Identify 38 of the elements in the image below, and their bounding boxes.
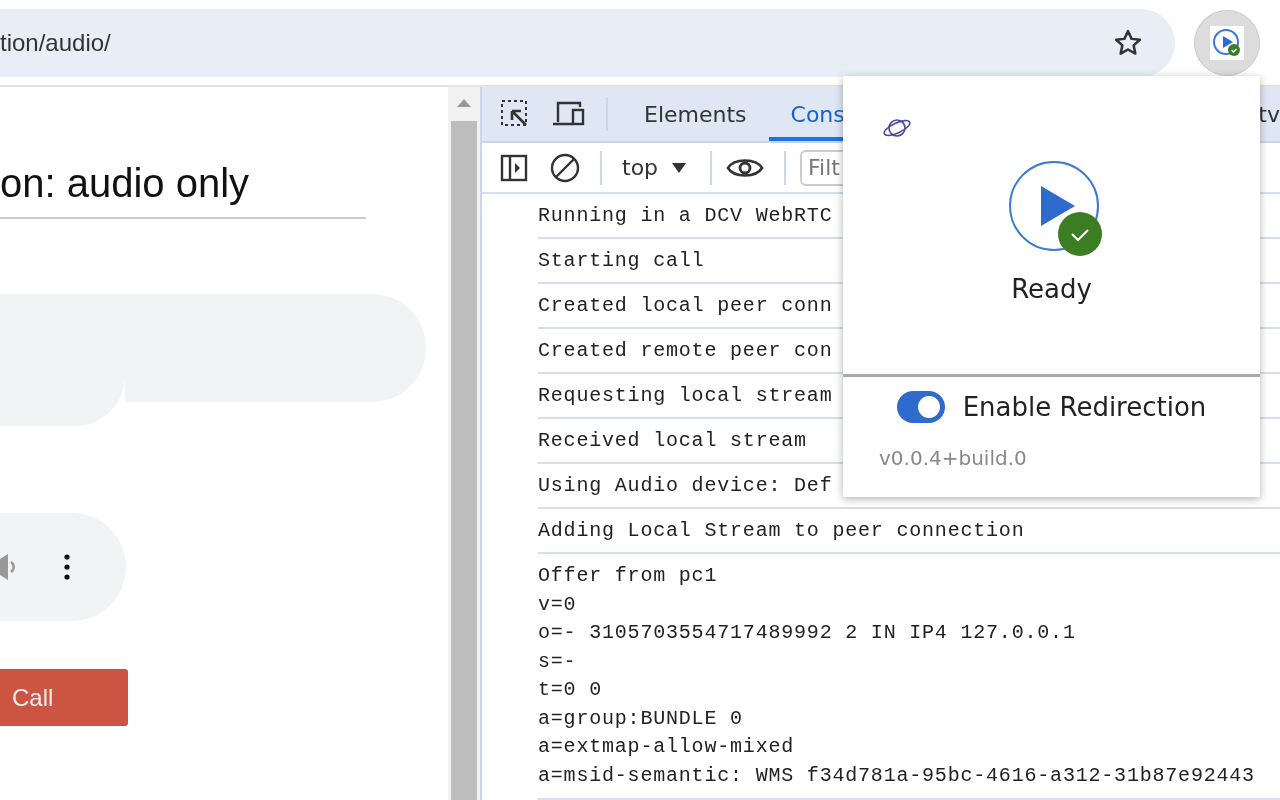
device-icon[interactable] xyxy=(552,100,586,128)
scrollbar-thumb[interactable] xyxy=(451,121,477,800)
log-line: o=- 3105703554717489992 2 IN IP4 127.0.0.1 xyxy=(538,620,1076,646)
log-line: a=msid-semantic: WMS f34d781a-95bc-4616-a312-31b87e92443 xyxy=(538,762,1255,789)
log-line: Created local peer conn xyxy=(538,293,833,319)
more-options-icon[interactable] xyxy=(64,554,70,580)
toggle-label: Enable Redirection xyxy=(962,392,1207,422)
url-text: tion/audio/ xyxy=(0,28,112,57)
extension-icon xyxy=(1210,25,1244,60)
toggle-switch[interactable] xyxy=(896,391,945,423)
log-line: Received local stream xyxy=(538,428,807,454)
scrollbar[interactable] xyxy=(448,87,480,800)
status-text: Ready xyxy=(1011,274,1092,304)
devtools-tab[interactable]: tv xyxy=(1258,87,1280,141)
log-line: Using Audio device: Def xyxy=(538,473,833,499)
log-line: a=extmap-allow-mixed xyxy=(538,734,795,760)
log-line: Offer from pc1 xyxy=(538,563,718,589)
star-icon[interactable] xyxy=(1113,27,1143,58)
volume-icon[interactable] xyxy=(0,554,16,580)
sidebar-icon[interactable] xyxy=(500,153,528,182)
address-bar[interactable]: tion/audio/ xyxy=(0,8,1175,77)
log-line: t=0 0 xyxy=(538,677,602,703)
version-text: v0.0.4+build.0 xyxy=(879,446,1027,470)
log-line: s=- xyxy=(538,648,577,675)
context-dropdown[interactable]: top xyxy=(616,154,693,181)
clear-icon[interactable] xyxy=(550,152,580,183)
devtools-tab[interactable]: Elements xyxy=(622,87,769,141)
caret-icon xyxy=(672,162,687,173)
log-line: Running in a DCV WebRTC xyxy=(538,203,833,229)
call-button[interactable]: Call xyxy=(0,669,128,726)
log-line: Requesting local stream xyxy=(538,383,833,409)
log-line: a=group:BUNDLE 0 xyxy=(538,705,743,732)
inspect-icon[interactable] xyxy=(500,99,530,129)
page-heading: on: audio only xyxy=(0,160,251,207)
log-line: Starting call xyxy=(538,248,705,274)
log-line: Created remote peer con xyxy=(538,338,833,364)
log-line: v=0 xyxy=(538,591,577,618)
log-line: Adding Local Stream to peer connection xyxy=(538,518,1025,544)
